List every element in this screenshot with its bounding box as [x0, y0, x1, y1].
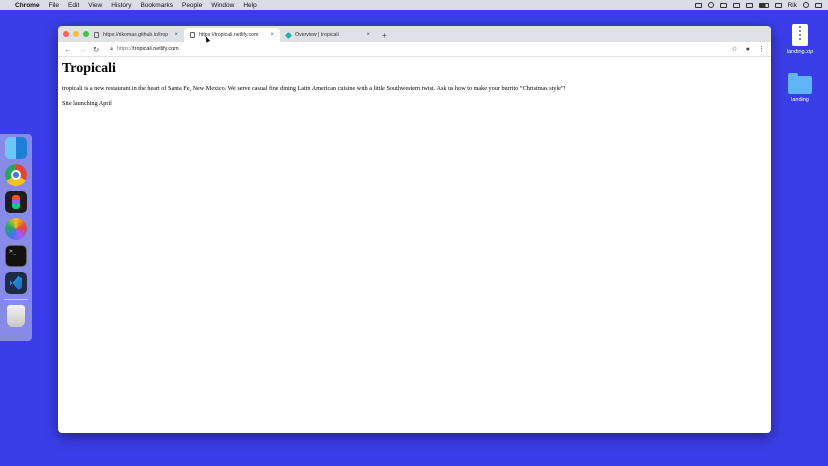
search-icon[interactable] — [803, 2, 809, 8]
lock-icon[interactable]: 🔒︎ — [110, 46, 113, 52]
new-tab-button[interactable]: + — [376, 28, 393, 42]
tab-netlify[interactable]: https://tropicali.netlify.com × — [184, 28, 280, 42]
dock-separator — [4, 299, 28, 300]
close-tab-icon[interactable]: × — [174, 32, 178, 38]
dock — [0, 134, 32, 341]
terminal-icon[interactable] — [5, 245, 27, 267]
desktop-file-landing-zip[interactable]: landing.zip — [780, 24, 820, 55]
flag-icon[interactable] — [774, 2, 782, 8]
desktop-folder-landing[interactable]: landing — [780, 73, 820, 103]
desktop-icon-label: landing.zip — [786, 49, 814, 55]
status-tray: Rik — [694, 0, 822, 10]
minimize-window-button[interactable] — [73, 31, 79, 37]
page-icon — [94, 32, 99, 38]
wifi-icon[interactable] — [745, 2, 753, 8]
menu-file[interactable]: File — [49, 2, 59, 9]
forward-icon[interactable]: → — [79, 45, 87, 54]
browser-window: https://rikomas.github.io/trop × https:/… — [58, 26, 771, 433]
chrome-icon[interactable] — [5, 164, 27, 186]
vscode-icon[interactable] — [5, 272, 27, 294]
back-icon[interactable]: ← — [64, 45, 72, 54]
figma-icon[interactable] — [5, 191, 27, 213]
photos-icon[interactable] — [5, 218, 27, 240]
reload-icon[interactable]: ↻ — [93, 45, 99, 54]
menu-bar: Chrome File Edit View History Bookmarks … — [0, 0, 828, 10]
page-icon — [190, 32, 195, 38]
screen-record-icon[interactable] — [694, 2, 702, 8]
close-window-button[interactable] — [63, 31, 69, 37]
tab-strip: https://rikomas.github.io/trop × https:/… — [58, 26, 771, 42]
tab-title: https://tropicali.netlify.com — [199, 32, 259, 38]
menu-view[interactable]: View — [88, 2, 102, 9]
menu-history[interactable]: History — [111, 2, 131, 9]
profile-icon[interactable]: ● — [746, 46, 750, 53]
menu-bookmarks[interactable]: Bookmarks — [140, 2, 173, 9]
window-controls — [63, 31, 89, 37]
url-scheme: https:// — [116, 46, 134, 52]
address-bar[interactable]: 🔒︎ https:// tropicali.netlify.com — [106, 44, 723, 55]
bluetooth-icon[interactable] — [732, 2, 740, 8]
desktop-icon-label: landing — [791, 97, 809, 103]
more-menu-icon[interactable]: ⋮ — [758, 45, 765, 53]
menu-chrome[interactable]: Chrome — [15, 2, 40, 9]
menu-list-icon[interactable] — [815, 2, 822, 8]
page-description: tropicali is a new restaurant in the hea… — [62, 85, 566, 92]
tab-title: https://rikomas.github.io/trop — [103, 32, 169, 38]
page-title: Tropicali — [62, 61, 116, 76]
trash-icon[interactable] — [7, 305, 25, 327]
menu-edit[interactable]: Edit — [68, 2, 79, 9]
tab-title: Overview | tropicali — [295, 32, 339, 38]
tab-github[interactable]: https://rikomas.github.io/trop × — [88, 28, 184, 42]
page-content: Tropicali tropicali is a new restaurant … — [58, 57, 771, 118]
launch-notice: Site launching April — [62, 100, 112, 107]
tab-overview[interactable]: Overview | tropicali × — [280, 28, 376, 42]
browser-toolbar: ← → ↻ 🔒︎ https:// tropicali.netlify.com … — [58, 42, 771, 57]
bookmark-star-icon[interactable]: ☆ — [731, 45, 737, 53]
folder-icon — [788, 73, 812, 94]
close-tab-icon[interactable]: × — [270, 32, 274, 38]
netlify-icon — [284, 31, 293, 39]
close-tab-icon[interactable]: × — [366, 32, 370, 38]
zip-file-icon — [792, 24, 808, 46]
finder-icon[interactable] — [5, 137, 27, 159]
airplay-icon[interactable] — [719, 2, 727, 8]
user-name[interactable]: Rik — [788, 2, 797, 9]
battery-icon[interactable] — [758, 2, 769, 8]
url-host: tropicali.netlify.com — [133, 46, 179, 52]
menu-help[interactable]: Help — [243, 2, 256, 9]
clock-icon[interactable] — [707, 2, 714, 8]
menu-window[interactable]: Window — [211, 2, 234, 9]
menu-people[interactable]: People — [182, 2, 202, 9]
